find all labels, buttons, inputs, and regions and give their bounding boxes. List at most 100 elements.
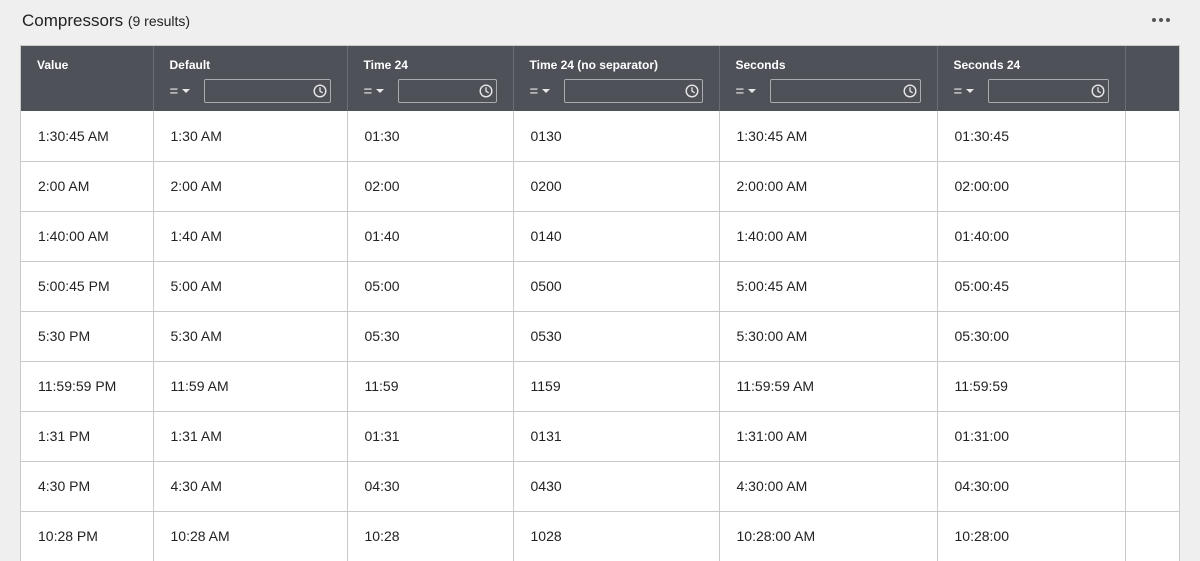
time-filter-input[interactable]	[769, 79, 921, 103]
filter-operator-dropdown[interactable]: =	[736, 79, 770, 103]
clock-icon[interactable]	[312, 84, 327, 98]
equals-icon: =	[953, 82, 963, 100]
table-cell-default: 1:31 AM	[153, 411, 348, 462]
table-cell-time-24: 05:00	[347, 261, 514, 312]
column-filter: =	[954, 79, 1109, 103]
table-cell-seconds: 1:40:00 AM	[719, 211, 938, 262]
time-filter-input[interactable]	[987, 79, 1109, 103]
table-cell-seconds-24: 01:30:45	[937, 111, 1126, 162]
table-row[interactable]: 2:00 AM 2:00 AM 02:00 0200 2:00:00 AM 02:00:0…	[21, 161, 1179, 212]
column-header-blank	[1125, 46, 1179, 111]
equals-icon: =	[169, 82, 179, 100]
table-cell-seconds: 4:30:00 AM	[719, 461, 938, 512]
time-filter-input[interactable]	[203, 79, 331, 103]
table-cell-value: 1:31 PM	[21, 411, 154, 462]
table-cell-time-24-no-separator: 0130	[513, 111, 720, 162]
table-cell-blank	[1125, 311, 1179, 362]
table-cell-value: 5:00:45 PM	[21, 261, 154, 312]
table-cell-default: 1:30 AM	[153, 111, 348, 162]
caret-down-icon	[748, 89, 757, 93]
table-cell-seconds-24: 05:30:00	[937, 311, 1126, 362]
table-row[interactable]: 4:30 PM 4:30 AM 04:30 0430 4:30:00 AM 04:30:0…	[21, 461, 1179, 512]
table-cell-seconds-24: 11:59:59	[937, 361, 1126, 412]
data-grid: Value Default = Time 24 = Time 24 (no separat…	[20, 45, 1180, 561]
table-cell-time-24: 05:30	[347, 311, 514, 362]
column-header-label: Time 24 (no separator)	[529, 58, 658, 72]
table-cell-time-24: 04:30	[347, 461, 514, 512]
table-cell-seconds: 10:28:00 AM	[719, 511, 938, 561]
time-filter-input[interactable]	[563, 79, 703, 103]
header-row: Value Default = Time 24 = Time 24 (no separat…	[21, 46, 1179, 111]
clock-icon[interactable]	[478, 84, 493, 98]
column-header-label: Time 24	[363, 58, 408, 72]
equals-icon: =	[363, 82, 373, 100]
table-row[interactable]: 1:31 PM 1:31 AM 01:31 0131 1:31:00 AM 01:31:0…	[21, 411, 1179, 462]
table-cell-time-24-no-separator: 1159	[513, 361, 720, 412]
table-cell-default: 2:00 AM	[153, 161, 348, 212]
time-filter-input[interactable]	[397, 79, 497, 103]
table-cell-default: 5:30 AM	[153, 311, 348, 362]
table-row[interactable]: 1:40:00 AM 1:40 AM 01:40 0140 1:40:00 AM 01:4…	[21, 211, 1179, 262]
equals-icon: =	[529, 82, 539, 100]
table-cell-seconds: 1:31:00 AM	[719, 411, 938, 462]
filter-operator-dropdown[interactable]: =	[530, 79, 564, 103]
table-cell-seconds: 2:00:00 AM	[719, 161, 938, 212]
table-cell-seconds: 5:30:00 AM	[719, 311, 938, 362]
table-cell-default: 5:00 AM	[153, 261, 348, 312]
table-cell-seconds-24: 01:40:00	[937, 211, 1126, 262]
grid-title-text: Compressors	[22, 11, 124, 30]
table-cell-blank	[1125, 261, 1179, 312]
column-header-time-24-no-separator[interactable]: Time 24 (no separator) =	[513, 46, 720, 111]
column-header-label: Seconds	[735, 58, 786, 72]
table-cell-default: 4:30 AM	[153, 461, 348, 512]
column-filter: =	[170, 79, 331, 103]
filter-operator-dropdown[interactable]: =	[954, 79, 988, 103]
table-cell-value: 1:30:45 AM	[21, 111, 154, 162]
caret-down-icon	[966, 89, 975, 93]
table-cell-default: 1:40 AM	[153, 211, 348, 262]
column-filter: =	[364, 79, 497, 103]
filter-operator-dropdown[interactable]: =	[170, 79, 204, 103]
table-cell-blank	[1125, 361, 1179, 412]
table-row[interactable]: 1:30:45 AM 1:30 AM 01:30 0130 1:30:45 AM 01:3…	[21, 111, 1179, 162]
table-row[interactable]: 5:30 PM 5:30 AM 05:30 0530 5:30:00 AM 05:30:0…	[21, 311, 1179, 362]
column-header-label: Seconds 24	[953, 58, 1021, 72]
table-cell-seconds: 5:00:45 AM	[719, 261, 938, 312]
more-options-button[interactable]	[1146, 8, 1176, 32]
table-cell-blank	[1125, 161, 1179, 212]
table-cell-time-24: 11:59	[347, 361, 514, 412]
table-row[interactable]: 10:28 PM 10:28 AM 10:28 1028 10:28:00 AM 10:2…	[21, 511, 1179, 561]
table-cell-seconds-24: 02:00:00	[937, 161, 1126, 212]
more-horizontal-icon	[1159, 18, 1163, 22]
grid-toolbar: Compressors (9 results)	[0, 0, 1200, 42]
table-row[interactable]: 5:00:45 PM 5:00 AM 05:00 0500 5:00:45 AM 05:0…	[21, 261, 1179, 312]
table-cell-time-24-no-separator: 1028	[513, 511, 720, 561]
equals-icon: =	[735, 82, 745, 100]
column-header-label: Value	[37, 58, 69, 72]
table-cell-value: 1:40:00 AM	[21, 211, 154, 262]
column-header-seconds[interactable]: Seconds =	[719, 46, 938, 111]
column-header-seconds-24[interactable]: Seconds 24 =	[937, 46, 1126, 111]
table-cell-default: 11:59 AM	[153, 361, 348, 412]
caret-down-icon	[182, 89, 191, 93]
table-cell-time-24-no-separator: 0131	[513, 411, 720, 462]
table-cell-default: 10:28 AM	[153, 511, 348, 561]
column-filter: =	[530, 79, 703, 103]
table-cell-blank	[1125, 511, 1179, 561]
table-row[interactable]: 11:59:59 PM 11:59 AM 11:59 1159 11:59:59 AM 1…	[21, 361, 1179, 412]
data-table: Value Default = Time 24 = Time 24 (no separat…	[21, 46, 1179, 561]
table-cell-value: 5:30 PM	[21, 311, 154, 362]
column-header-time-24[interactable]: Time 24 =	[347, 46, 514, 111]
column-header-value[interactable]: Value	[21, 46, 154, 111]
table-cell-time-24-no-separator: 0500	[513, 261, 720, 312]
result-count: (9 results)	[127, 13, 191, 29]
filter-operator-dropdown[interactable]: =	[364, 79, 398, 103]
clock-icon[interactable]	[1090, 84, 1105, 98]
table-cell-time-24: 01:31	[347, 411, 514, 462]
table-cell-seconds-24: 05:00:45	[937, 261, 1126, 312]
table-cell-time-24: 10:28	[347, 511, 514, 561]
clock-icon[interactable]	[684, 84, 699, 98]
table-cell-seconds: 11:59:59 AM	[719, 361, 938, 412]
clock-icon[interactable]	[902, 84, 917, 98]
column-header-default[interactable]: Default =	[153, 46, 348, 111]
